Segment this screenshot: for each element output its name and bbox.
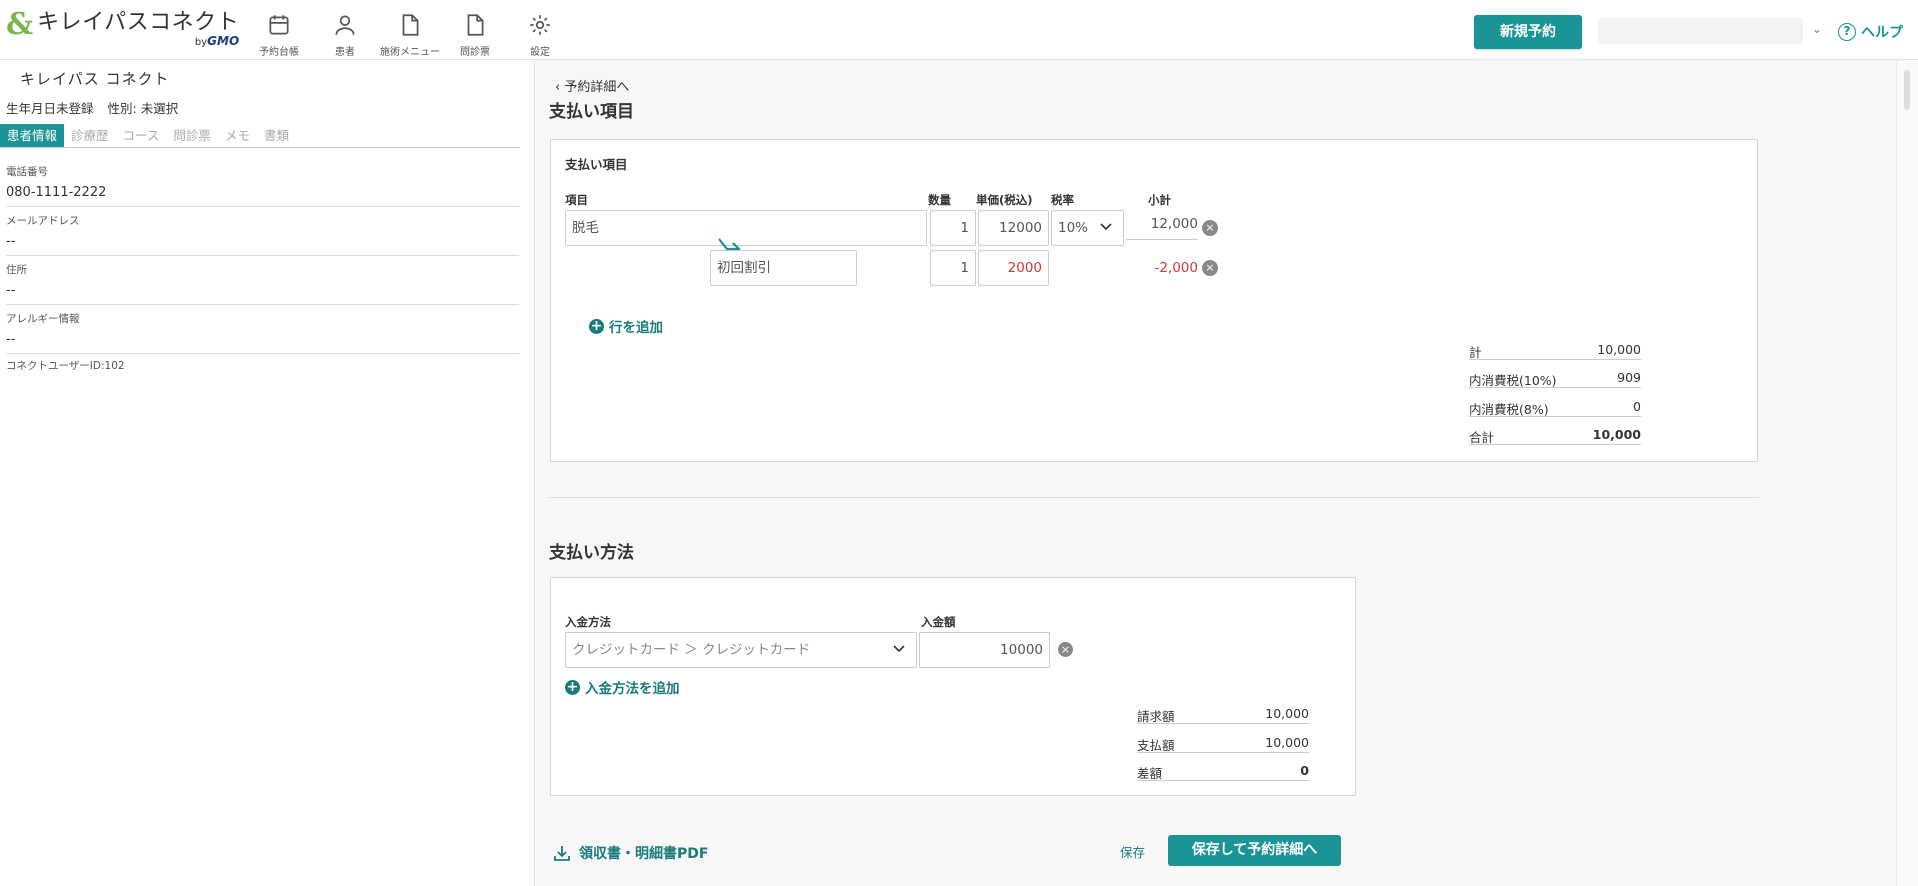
tab-questionnaire[interactable]: 問診票	[166, 124, 218, 147]
save-and-go-button[interactable]: 保存して予約詳細へ	[1168, 835, 1341, 866]
nav-label: 設定	[530, 47, 550, 58]
remove-row-icon[interactable]: ×	[1202, 260, 1218, 276]
payment-items-heading: 支払い項目	[549, 102, 634, 122]
question-icon: ?	[1838, 23, 1856, 41]
email-field: メールアドレス --	[6, 207, 519, 256]
row-subtotal: -2,000	[1154, 260, 1198, 276]
nav-label: 問診票	[460, 47, 490, 58]
add-row-button[interactable]: + 行を追加	[589, 316, 663, 336]
qty-input[interactable]: 1	[930, 210, 976, 246]
allergy-field: アレルギー情報 --	[6, 305, 519, 354]
sum-tax-8: 内消費税(8%) 0	[1469, 399, 1641, 417]
card-title: 支払い項目	[565, 157, 628, 172]
nav-questionnaire[interactable]: 問診票	[440, 12, 510, 58]
tab-course[interactable]: コース	[116, 124, 167, 147]
scrollbar[interactable]	[1896, 60, 1918, 886]
save-button[interactable]: 保存	[1120, 842, 1145, 861]
price-input[interactable]: 2000	[978, 250, 1049, 286]
sum-paid: 支払額 10,000	[1137, 735, 1309, 753]
logo-ampersand-icon: &	[6, 7, 34, 42]
chevron-left-icon: ‹	[555, 80, 561, 95]
tab-history[interactable]: 診療歴	[64, 124, 116, 147]
item-input[interactable]: 脱毛	[565, 210, 927, 246]
calendar-icon	[269, 15, 289, 35]
tax-select[interactable]: 10%	[1051, 210, 1124, 246]
nav-reservations[interactable]: 予約台帳	[244, 12, 314, 58]
sum-billed: 請求額 10,000	[1137, 706, 1309, 724]
nav-menu[interactable]: 施術メニュー	[375, 12, 445, 58]
new-booking-button[interactable]: 新規予約	[1474, 15, 1582, 49]
address-field: 住所 --	[6, 256, 519, 305]
help-link[interactable]: ? ヘルプ	[1838, 22, 1903, 42]
plus-icon: +	[589, 317, 604, 334]
payment-items-card: 支払い項目 項目 数量 単価(税込) 税率 小計 脱毛 1 12000 10% …	[550, 139, 1758, 462]
person-icon	[335, 15, 355, 35]
patient-tabs: 患者情報 診療歴 コース 問診票 メモ 書類	[0, 124, 520, 148]
qty-input[interactable]: 1	[930, 250, 976, 286]
chevron-down-icon	[893, 645, 905, 653]
add-payment-method-button[interactable]: + 入金方法を追加	[565, 677, 680, 697]
nav-label: 施術メニュー	[380, 47, 440, 58]
sum-grand-total: 合計 10,000	[1469, 427, 1641, 445]
tab-patient-info[interactable]: 患者情報	[0, 124, 65, 147]
birthdate: 生年月日未登録	[6, 101, 94, 116]
help-label: ヘルプ	[1861, 25, 1903, 41]
discount-item-input[interactable]: 初回割引	[710, 250, 857, 286]
app-logo[interactable]: & キレイパスコネクト byGMO	[6, 10, 239, 48]
patient-panel: キレイパス コネクト 生年月日未登録 性別: 未選択 患者情報 診療歴 コース 問…	[0, 60, 535, 886]
nav-settings[interactable]: 設定	[505, 12, 575, 58]
gear-icon	[530, 15, 550, 35]
plus-icon: +	[565, 678, 580, 695]
price-input[interactable]: 12000	[978, 210, 1049, 246]
logo-sub: byGMO	[194, 34, 240, 48]
payment-amount-input[interactable]: 10000	[919, 632, 1050, 668]
payment-method-heading: 支払い方法	[549, 543, 634, 563]
document-icon	[402, 14, 419, 36]
connect-user-id: コネクトユーザーID:102	[6, 360, 125, 372]
document-icon	[467, 14, 484, 36]
user-selector[interactable]	[1598, 18, 1803, 44]
patient-summary: 生年月日未登録 性別: 未選択	[6, 98, 192, 117]
remove-method-icon[interactable]: ×	[1058, 642, 1073, 657]
phone-field: 電話番号 080-1111-2222	[6, 158, 519, 207]
row-subtotal: 12,000	[1126, 216, 1198, 240]
remove-row-icon[interactable]: ×	[1202, 220, 1218, 236]
receipt-pdf-link[interactable]: 領収書・明細書PDF	[553, 843, 708, 863]
gender: 性別: 未選択	[107, 101, 179, 116]
download-icon	[554, 846, 570, 861]
tab-documents[interactable]: 書類	[257, 124, 296, 147]
top-bar: & キレイパスコネクト byGMO 予約台帳 患者 施術メニュー 問診票 設定 …	[0, 0, 1918, 60]
payment-method-select[interactable]: クレジットカード ＞ クレジットカード	[565, 632, 917, 668]
nav-patients[interactable]: 患者	[310, 12, 380, 58]
sum-difference: 差額 0	[1137, 763, 1309, 781]
chevron-down-icon	[1100, 223, 1112, 231]
divider	[549, 497, 1759, 498]
back-to-reservation-link[interactable]: ‹ 予約詳細へ	[555, 76, 629, 95]
sum-tax-10: 内消費税(10%) 909	[1469, 370, 1641, 388]
chevron-down-icon[interactable]: ⌄	[1812, 22, 1822, 36]
nav-label: 患者	[335, 47, 355, 58]
logo-name: キレイパスコネクト	[37, 10, 240, 35]
tab-memo[interactable]: メモ	[218, 124, 257, 147]
sum-total: 計 10,000	[1469, 342, 1641, 360]
payment-method-card: 入金方法 入金額 クレジットカード ＞ クレジットカード 10000 × + 入金…	[550, 577, 1356, 796]
clinic-name: キレイパス コネクト	[20, 70, 170, 88]
nav-label: 予約台帳	[259, 47, 299, 58]
